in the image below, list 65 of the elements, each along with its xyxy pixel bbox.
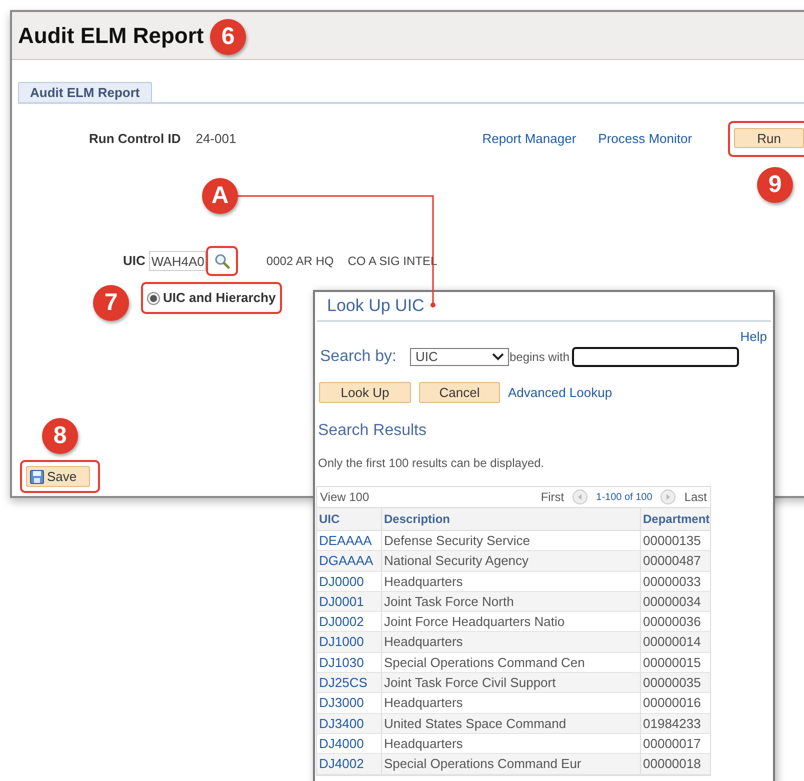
section-title: Search Results xyxy=(317,421,428,441)
uic-link[interactable]: DJ1030 xyxy=(317,652,381,672)
uic-link[interactable]: DJ3400 xyxy=(317,714,381,733)
uic-link[interactable]: DJ3000 xyxy=(317,693,381,713)
uic-link[interactable]: DJ25CS xyxy=(317,673,381,692)
table-cell: 00000034 xyxy=(640,592,710,612)
table-cell: Joint Task Force Civil Support xyxy=(381,673,640,692)
view-count: View 100 xyxy=(320,489,370,506)
field-label: begins with xyxy=(509,349,570,366)
uic-link[interactable]: DGAAAA xyxy=(317,551,381,571)
run-button[interactable]: Run xyxy=(734,128,804,148)
search-by-dropdown[interactable]: UIC xyxy=(410,348,510,366)
field-label: Search by: xyxy=(320,347,396,367)
column-header[interactable]: UIC xyxy=(317,508,381,530)
uic-link[interactable]: DJ1000 xyxy=(317,632,381,652)
report-manager-link[interactable]: Report Manager xyxy=(482,129,576,149)
first-link[interactable]: First xyxy=(540,488,564,506)
uic-link[interactable]: DEAAAA xyxy=(317,531,381,550)
table-cell: Headquarters xyxy=(381,572,640,591)
uic-link[interactable]: DJ0001 xyxy=(317,592,381,612)
radio-label: UIC and Hierarchy xyxy=(163,289,276,308)
process-monitor-link[interactable]: Process Monitor xyxy=(598,129,692,149)
field-label: Run Control ID xyxy=(89,130,181,148)
table-cell: 00000487 xyxy=(640,551,710,571)
page-title: Audit ELM Report xyxy=(18,22,204,50)
save-button[interactable]: Save xyxy=(26,466,90,487)
uic-field[interactable]: WAH4A0 xyxy=(149,251,206,271)
results-note: Only the first 100 results can be displayed. xyxy=(317,455,546,472)
uic-link[interactable]: DJ0000 xyxy=(317,572,381,591)
table-cell: 00000035 xyxy=(640,673,710,692)
cancel-button[interactable]: Cancel xyxy=(419,382,500,403)
table-cell: 00000018 xyxy=(640,754,710,774)
table-cell: 00000017 xyxy=(640,734,710,754)
table-cell: 00000014 xyxy=(640,632,710,652)
table-cell: 00000016 xyxy=(640,693,710,713)
table-cell: Headquarters xyxy=(381,693,640,713)
table-cell: 01984233 xyxy=(640,714,710,733)
tab[interactable]: Audit ELM Report xyxy=(18,82,152,102)
help-link[interactable]: Help xyxy=(740,327,767,343)
column-header[interactable]: Description xyxy=(381,508,640,530)
uic-description: 0002 AR HQ xyxy=(266,253,334,270)
table-cell: Headquarters xyxy=(381,734,640,754)
table-cell: Headquarters xyxy=(381,632,640,652)
field-label: UIC xyxy=(123,252,146,270)
uic-link[interactable]: DJ4000 xyxy=(317,734,381,754)
advanced-lookup-link[interactable]: Advanced Lookup xyxy=(508,382,612,402)
table-cell: Defense Security Service xyxy=(381,531,640,550)
field-value: 24-001 xyxy=(196,130,236,148)
table-cell: 00000015 xyxy=(640,652,710,672)
table-cell: 00000033 xyxy=(640,572,710,591)
look-up-button[interactable]: Look Up xyxy=(319,382,411,403)
table-cell: Joint Force Headquarters Natio xyxy=(381,612,640,632)
table-cell: 00000135 xyxy=(640,531,710,550)
uic-link[interactable]: DJ0002 xyxy=(317,612,381,632)
uic-link[interactable]: DJ4002 xyxy=(317,754,381,774)
table-cell: National Security Agency xyxy=(381,551,640,571)
dialog-title: Look Up UIC xyxy=(327,295,424,318)
table-cell: 00000036 xyxy=(640,612,710,632)
column-header[interactable]: Department xyxy=(640,508,710,530)
table-cell: Joint Task Force North xyxy=(381,592,640,612)
table-cell: Special Operations Command Cen xyxy=(381,652,640,672)
last-link[interactable]: Last xyxy=(684,488,707,506)
table-cell: Special Operations Command Eur xyxy=(381,754,640,774)
table-cell: United States Space Command xyxy=(381,714,640,733)
page-range: 1-100 of 100 xyxy=(596,490,652,504)
